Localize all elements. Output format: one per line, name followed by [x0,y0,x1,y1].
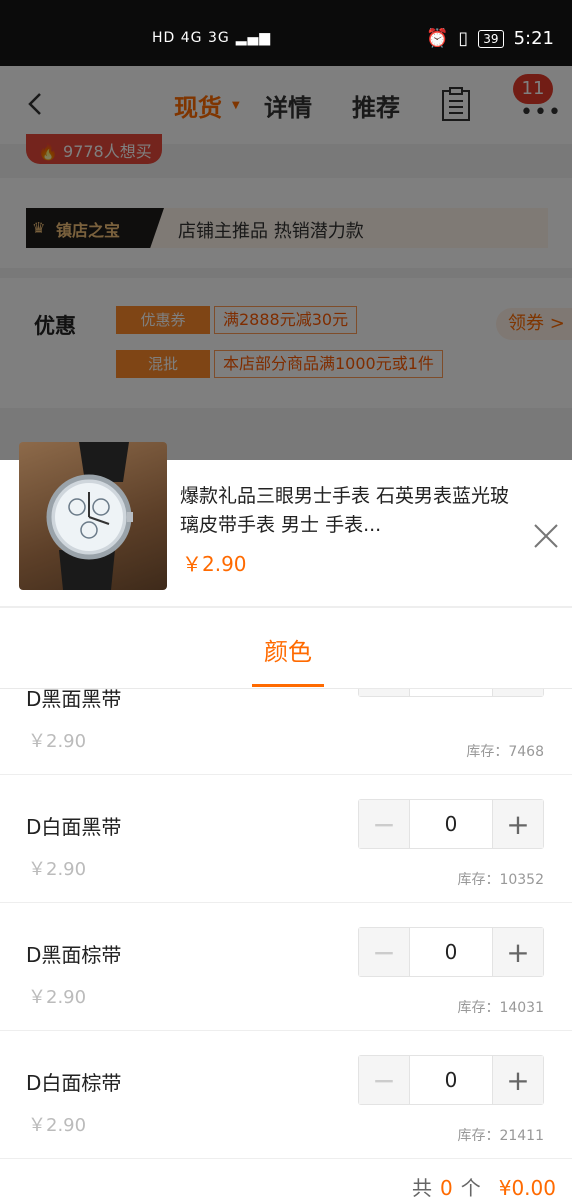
clock: 5:21 [513,28,554,49]
tab-indicator [252,684,324,687]
network-text: HD 4G 3G [152,30,230,46]
close-icon[interactable] [532,522,560,550]
stock-label: 库存：7468 [466,744,544,760]
variant-row: D黑面棕带 ￥2.90 − 0 + 库存：14031 [0,903,572,1031]
quantity-value[interactable]: 0 [409,689,493,696]
stock-label: 库存：21411 [457,1128,544,1144]
dim-overlay[interactable] [0,66,572,460]
quantity-stepper: − 0 + [358,1055,544,1105]
total-count: 0 [440,1176,453,1200]
variant-row: D白面棕带 ￥2.90 − 0 + 库存：21411 [0,1031,572,1159]
quantity-stepper: − 0 + [358,927,544,977]
increment-button[interactable]: + [493,1056,543,1104]
product-price: ￥2.90 [182,552,247,576]
variant-name: D白面棕带 [26,1071,122,1095]
tab-color[interactable]: 颜色 [252,632,324,667]
variant-price: ￥2.90 [28,859,87,880]
watch-image [46,442,133,590]
quantity-stepper: − 0 + [358,689,544,697]
quantity-value[interactable]: 0 [409,800,493,848]
total-prefix: 共 [412,1176,432,1200]
product-thumbnail [19,442,167,590]
variant-price: ￥2.90 [28,731,87,752]
variant-row: D黑面黑带 ￥2.90 − 0 + 库存：7468 [0,689,572,775]
total-summary: 共 0 个 ¥0.00 [412,1172,556,1200]
quantity-stepper: − 0 + [358,799,544,849]
summary-bar: 共 0 个 ¥0.00 [0,1170,572,1200]
decrement-button[interactable]: − [359,1056,409,1104]
battery-icon: 39 [478,29,504,48]
decrement-button[interactable]: − [359,800,409,848]
variant-name: D白面黑带 [26,815,122,839]
divider [0,606,572,608]
stock-label: 库存：10352 [457,872,544,888]
total-amount: ¥0.00 [498,1176,556,1200]
quantity-value[interactable]: 0 [409,928,493,976]
variant-row: D白面黑带 ￥2.90 − 0 + 库存：10352 [0,775,572,903]
variant-list[interactable]: D黑面黑带 ￥2.90 − 0 + 库存：7468 D白面黑带 ￥2.90 − … [0,689,572,1169]
product-title: 爆款礼品三眼男士手表 石英男表蓝光玻璃皮带手表 男士 手表... [180,485,510,536]
decrement-button[interactable]: − [359,689,409,696]
stock-label: 库存：14031 [457,1000,544,1016]
variant-name: D黑面棕带 [26,943,122,967]
increment-button[interactable]: + [493,689,543,696]
increment-button[interactable]: + [493,928,543,976]
decrement-button[interactable]: − [359,928,409,976]
variant-name: D黑面黑带 [26,689,122,711]
vibrate-icon: ▯ [458,28,469,49]
signal-icon: ▂▄▆ [235,30,272,46]
network-indicators: HD 4G 3G ▂▄▆ [152,30,271,46]
variant-price: ￥2.90 [28,987,87,1008]
quantity-value[interactable]: 0 [409,1056,493,1104]
increment-button[interactable]: + [493,800,543,848]
alarm-icon: ⏰ [425,28,449,49]
sku-sheet: 爆款礼品三眼男士手表 石英男表蓝光玻璃皮带手表 男士 手表... ￥2.90 颜… [0,442,572,1200]
total-unit: 个 [460,1176,481,1200]
status-bar: HD 4G 3G ▂▄▆ ⏰ ▯ 39 5:21 [0,0,572,66]
variant-price: ￥2.90 [28,1115,87,1136]
